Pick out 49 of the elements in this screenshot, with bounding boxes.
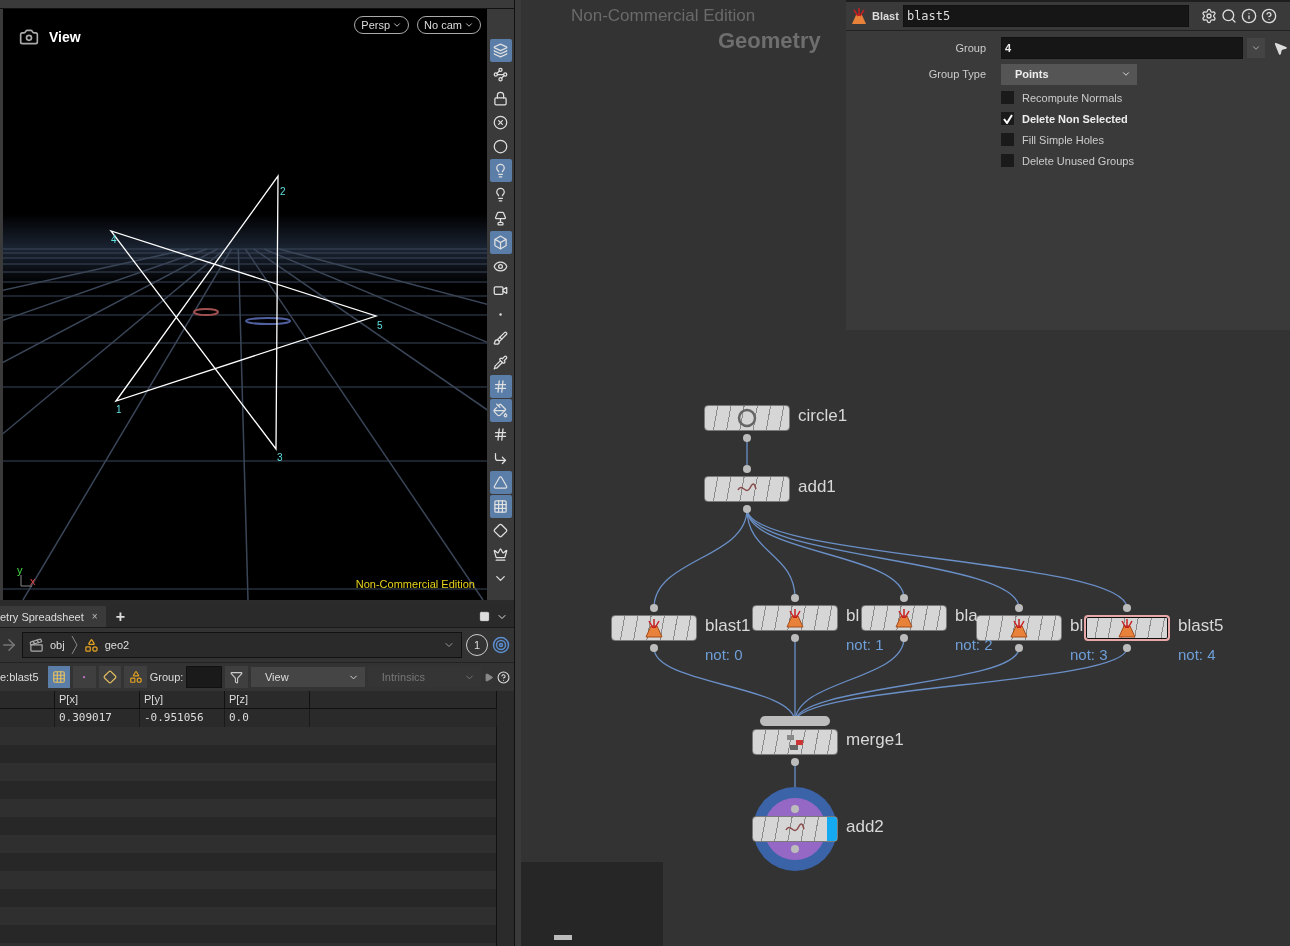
camera-menu-button[interactable]: No cam [417,16,481,34]
group-label: Group: [149,671,184,683]
path-field[interactable]: obj geo2 [22,632,462,658]
column-header[interactable]: P[z] [225,691,310,709]
node-path-label: e:blast5 [0,671,39,683]
menu-field[interactable]: Points [1001,63,1137,85]
axis-label: x [30,575,36,587]
point-number: 1 [116,404,122,415]
node-type-label: Blast [872,10,899,22]
path-segment[interactable]: obj [50,639,65,651]
toggle-label[interactable]: Recompute Normals [1001,87,1290,108]
node-name: merge1 [846,730,904,750]
point-number: 5 [377,320,383,331]
column-header[interactable]: P[x] [55,691,140,709]
viewport-title: View [49,29,81,45]
toggle-label[interactable]: Delete Unused Groups [1001,150,1290,171]
point-number: 4 [111,234,117,245]
node-name: blast1 [705,616,751,636]
3d-viewport[interactable]: 1 2 3 4 5 View Persp No cam y x Non-Commercial Edition [0,9,487,600]
add-tab-button[interactable]: + [105,606,135,627]
node-name-field[interactable]: blast5 [902,5,1189,27]
close-tab-button[interactable]: × [91,611,98,622]
node-comment: not: 1 [846,636,884,653]
node-name: add1 [798,477,836,497]
edition-watermark: Non-Commercial Edition [355,578,475,590]
toggle-label[interactable]: Delete Non Selected [1001,108,1290,129]
point-number: 3 [277,452,283,463]
node-name: bla [955,606,978,626]
point-number: 2 [280,186,286,197]
node-name: bl [1070,616,1084,636]
path-segment[interactable]: geo2 [104,639,130,651]
camera-menu-button[interactable]: Persp [354,16,410,34]
node-name: bl [846,606,860,626]
parameter-label: Group Type [927,68,986,80]
axis-label: y [17,564,23,576]
view-dropdown[interactable]: View [251,667,365,687]
node-name: blast5 [1178,616,1224,636]
node-comment: not: 3 [1070,646,1108,663]
parameter-label: Group [954,42,986,54]
node-comment: not: 0 [705,646,743,663]
toggle-label[interactable]: Fill Simple Holes [1001,129,1290,150]
node-name: circle1 [798,406,848,426]
node-comment: not: 4 [1178,646,1216,663]
node-name: add2 [846,817,884,837]
column-header[interactable]: P[y] [140,691,225,709]
node-comment: not: 2 [955,636,993,653]
group-field[interactable]: 4 [1001,37,1243,59]
pane-tab[interactable]: etry Spreadsheet × [0,606,106,627]
context-label: Geometry [718,28,821,54]
